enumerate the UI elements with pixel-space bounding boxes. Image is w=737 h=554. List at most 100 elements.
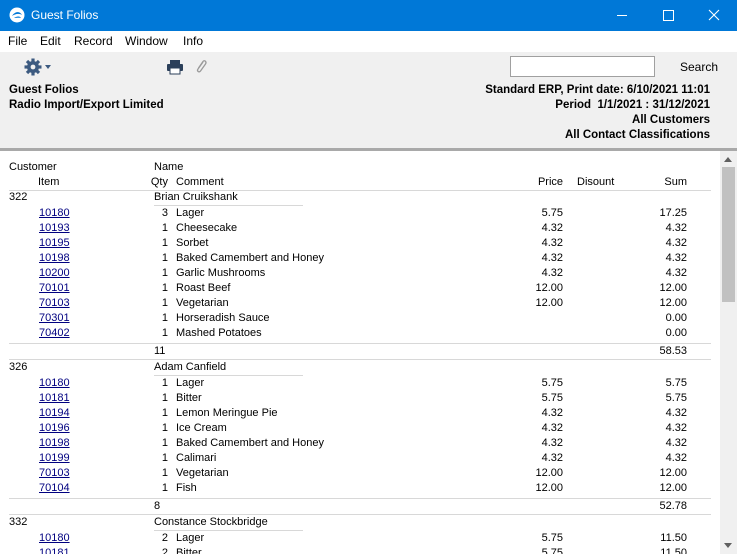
row-price: 4.32: [541, 252, 563, 264]
row-price: 4.32: [541, 407, 563, 419]
customer-name: Brian Cruikshank: [154, 191, 238, 203]
menu-window[interactable]: Window: [125, 34, 168, 48]
group-total-sum: 52.78: [659, 500, 687, 512]
operations-menu-button[interactable]: [24, 57, 56, 77]
app-logo-icon: [9, 7, 25, 23]
row-comment: Lager: [176, 207, 205, 219]
row-sum: 4.32: [665, 252, 687, 264]
row-comment: Baked Camembert and Honey: [176, 437, 324, 449]
menu-info[interactable]: Info: [183, 34, 203, 48]
group-total-sum: 58.53: [659, 345, 687, 357]
maximize-icon: [663, 10, 674, 21]
maximize-button[interactable]: [645, 0, 691, 31]
item-link[interactable]: 10181: [39, 392, 70, 404]
menu-record[interactable]: Record: [74, 34, 113, 48]
search-input[interactable]: [510, 56, 655, 77]
row-sum: 5.75: [665, 392, 687, 404]
row-comment: Roast Beef: [176, 282, 231, 294]
col-header-customer: Customer: [9, 161, 57, 173]
row-comment: Bitter: [176, 392, 202, 404]
close-button[interactable]: [691, 0, 737, 31]
item-link[interactable]: 70402: [39, 327, 70, 339]
row-qty: 1: [161, 297, 168, 309]
row-comment: Horseradish Sauce: [176, 312, 270, 324]
group-divider: [9, 514, 711, 515]
scrollbar-thumb[interactable]: [722, 167, 735, 302]
col-header-item: Item: [38, 176, 60, 188]
menu-file[interactable]: File: [8, 34, 27, 48]
row-qty: 1: [161, 377, 168, 389]
printer-icon: [167, 60, 183, 75]
row-comment: Lager: [176, 532, 205, 544]
item-link[interactable]: 10200: [39, 267, 70, 279]
item-link[interactable]: 70103: [39, 467, 70, 479]
row-comment: Lemon Meringue Pie: [176, 407, 278, 419]
minimize-button[interactable]: [599, 0, 645, 31]
period-line: Period 1/1/2021 : 31/12/2021: [555, 99, 710, 111]
subtotal-divider: [9, 343, 711, 344]
item-link[interactable]: 10198: [39, 252, 70, 264]
attach-button[interactable]: [194, 58, 208, 76]
row-qty: 1: [161, 452, 168, 464]
row-qty: 3: [161, 207, 168, 219]
item-link[interactable]: 10198: [39, 437, 70, 449]
row-price: 12.00: [535, 467, 563, 479]
row-comment: Bitter: [176, 547, 202, 554]
row-sum: 4.32: [665, 452, 687, 464]
row-price: 4.32: [541, 237, 563, 249]
row-sum: 0.00: [665, 327, 687, 339]
row-qty: 1: [161, 437, 168, 449]
scroll-down-icon[interactable]: [724, 543, 732, 548]
row-price: 5.75: [541, 377, 563, 389]
row-sum: 12.00: [659, 282, 687, 294]
row-sum: 11.50: [660, 532, 687, 544]
row-price: 5.75: [541, 392, 563, 404]
item-link[interactable]: 70103: [39, 297, 70, 309]
row-price: 4.32: [541, 422, 563, 434]
report-name: Guest Folios: [9, 84, 79, 96]
customer-number: 326: [9, 361, 28, 373]
row-qty: 1: [161, 482, 168, 494]
report-header: Guest Folios Radio Import/Export Limited…: [0, 82, 737, 148]
item-link[interactable]: 10180: [39, 532, 70, 544]
row-comment: Garlic Mushrooms: [176, 267, 266, 279]
row-sum: 4.32: [665, 237, 687, 249]
customer-name: Constance Stockbridge: [154, 516, 268, 528]
row-qty: 1: [161, 282, 168, 294]
item-link[interactable]: 70301: [39, 312, 70, 324]
name-underline: [154, 205, 303, 206]
item-link[interactable]: 10199: [39, 452, 70, 464]
menu-edit[interactable]: Edit: [40, 34, 61, 48]
print-button[interactable]: [166, 59, 184, 75]
item-link[interactable]: 10196: [39, 422, 70, 434]
print-date-line: Standard ERP, Print date: 6/10/2021 11:0…: [485, 84, 710, 96]
row-sum: 4.32: [665, 437, 687, 449]
row-comment: Calimari: [176, 452, 217, 464]
group-total-qty: 11: [154, 345, 166, 357]
row-sum: 5.75: [665, 377, 687, 389]
row-price: 12.00: [535, 297, 563, 309]
item-link[interactable]: 70101: [39, 282, 70, 294]
item-link[interactable]: 10180: [39, 377, 70, 389]
search-button[interactable]: Search: [680, 60, 718, 74]
gear-icon: [24, 58, 51, 76]
item-link[interactable]: 10194: [39, 407, 70, 419]
customer-number: 322: [9, 191, 28, 203]
group-divider: [9, 359, 711, 360]
row-comment: Lager: [176, 377, 205, 389]
group-total-qty: 8: [154, 500, 161, 512]
close-icon: [708, 9, 720, 21]
row-qty: 1: [161, 422, 168, 434]
row-comment: Baked Camembert and Honey: [176, 252, 324, 264]
item-link[interactable]: 10193: [39, 222, 70, 234]
col-header-price: Price: [537, 176, 563, 188]
row-price: 5.75: [541, 532, 563, 544]
item-link[interactable]: 10181: [39, 547, 70, 554]
col-header-sum: Sum: [664, 176, 687, 188]
scroll-up-icon[interactable]: [724, 157, 732, 162]
item-link[interactable]: 10180: [39, 207, 70, 219]
vertical-scrollbar[interactable]: [720, 151, 737, 554]
item-link[interactable]: 70104: [39, 482, 70, 494]
col-header-discount: Disount: [577, 176, 615, 188]
item-link[interactable]: 10195: [39, 237, 70, 249]
